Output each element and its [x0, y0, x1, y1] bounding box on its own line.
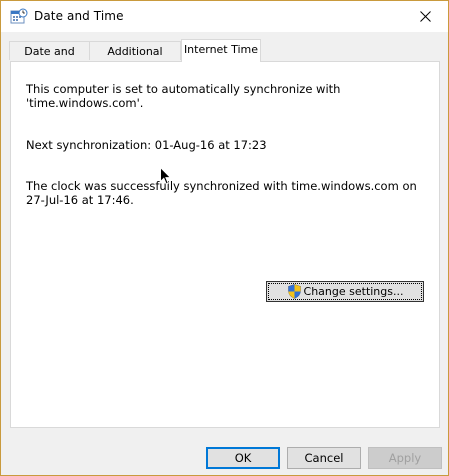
cancel-button[interactable]: Cancel: [287, 447, 361, 469]
date-time-app-icon: [10, 8, 28, 24]
tab-date-and-time[interactable]: Date and Time: [9, 41, 90, 77]
mouse-pointer-icon: [160, 167, 172, 185]
close-icon: [419, 11, 431, 22]
sync-status-line-1: The clock was successfully synchronized …: [26, 179, 417, 193]
next-sync-text: Next synchronization: 01-Aug-16 at 17:23: [26, 138, 267, 152]
sync-status-line-2: 27-Jul-16 at 17:46.: [26, 193, 134, 207]
tab-strip: Date and Time Additional Clocks Internet…: [1, 32, 448, 77]
title-bar[interactable]: Date and Time: [1, 1, 448, 32]
date-and-time-dialog: Date and Time Date and Time Additional C…: [0, 0, 449, 476]
tab-additional-clocks[interactable]: Additional Clocks: [89, 41, 181, 77]
close-button[interactable]: [402, 1, 448, 32]
sync-info-line-1: This computer is set to automatically sy…: [26, 82, 341, 96]
internet-time-panel: This computer is set to automatically sy…: [10, 61, 440, 428]
ok-button[interactable]: OK: [206, 447, 280, 469]
uac-shield-icon: [287, 284, 301, 299]
change-settings-label: Change settings...: [303, 285, 404, 298]
sync-info-line-2: 'time.windows.com'.: [26, 96, 144, 110]
apply-button[interactable]: Apply: [368, 447, 442, 469]
change-settings-button[interactable]: Change settings...: [266, 281, 424, 302]
tab-internet-time[interactable]: Internet Time: [181, 39, 261, 62]
window-title: Date and Time: [34, 9, 124, 23]
